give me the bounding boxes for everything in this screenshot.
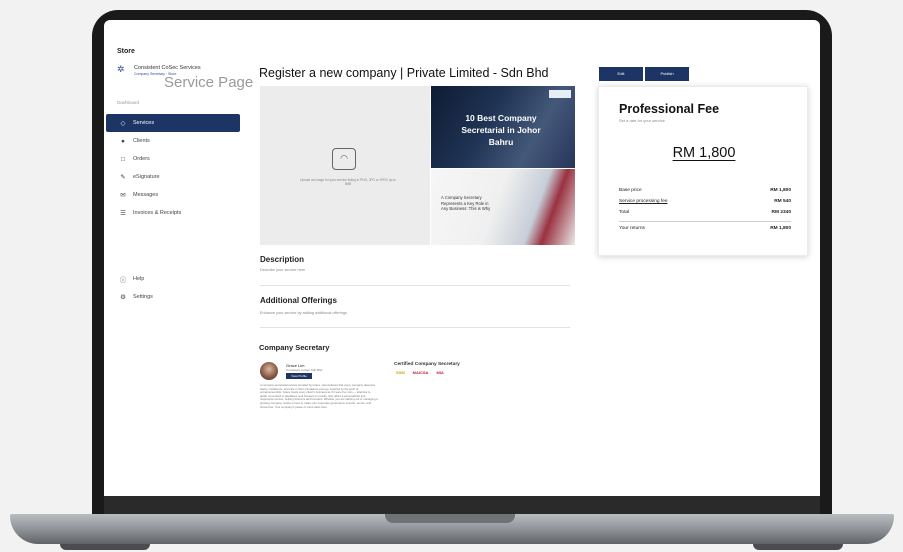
laptop-foot (753, 544, 843, 550)
divider (260, 327, 570, 328)
overlay-page-label: Service Page (164, 74, 254, 91)
pen-icon: ✎ (120, 174, 126, 181)
secretary-bio: A company secretarial service founded by… (260, 383, 378, 409)
fee-title: Professional Fee (619, 102, 720, 116)
sidebar-item-label: eSignature (133, 174, 160, 180)
users-icon: ● (121, 137, 125, 145)
divider (619, 221, 791, 222)
app-window: Store ✲ Consistent CoSec Services Compan… (104, 20, 820, 498)
brand-name: Consistent CoSec Services (134, 65, 201, 71)
publish-button[interactable]: Publish (645, 67, 689, 81)
sidebar-item-help[interactable]: ⓘ Help (106, 270, 240, 288)
sidebar-bottom-nav: ⓘ Help ⚙ Settings (106, 270, 240, 306)
fee-row-total: Total RM 2340 (619, 210, 791, 221)
laptop-foot (60, 544, 150, 550)
image-upload-area[interactable]: ◠ Upload an image for your service listi… (260, 86, 430, 245)
cert-logo-mia: MIA (436, 370, 444, 375)
sidebar-item-invoices[interactable]: ☰ Invoices & Receipts (106, 204, 240, 222)
sidebar-item-messages[interactable]: ✉ Messages (106, 186, 240, 204)
laptop-screen: Store ✲ Consistent CoSec Services Compan… (104, 20, 820, 498)
edit-button[interactable]: Edit (599, 67, 643, 81)
fee-row-label: Service processing fee (619, 199, 668, 204)
page-title: Register a new company | Private Limited… (259, 66, 549, 80)
description-input[interactable]: Describe your service here (260, 268, 305, 272)
certified-title: Certified Company Secretary (394, 362, 460, 367)
fee-row-label: Base price (619, 188, 642, 193)
sidebar-item-clients[interactable]: ● Clients (106, 132, 240, 150)
sidebar-item-label: Clients (133, 138, 150, 144)
service-image-2-caption: A Company Secretary Represents a Key Rol… (441, 195, 491, 211)
service-image-1-caption: 10 Best Company Secretarial in Johor Bah… (461, 113, 541, 147)
image-badge (549, 90, 571, 98)
fee-amount-input[interactable]: RM 1,800 (599, 145, 809, 161)
fee-row-value: RM 1,800 (770, 188, 791, 193)
mail-icon: ✉ (120, 192, 126, 199)
sidebar-item-settings[interactable]: ⚙ Settings (106, 288, 240, 306)
fee-breakdown: Base price RM 1,800 Service processing f… (619, 188, 791, 237)
fee-row-value: RM 2340 (771, 210, 791, 215)
sidebar-nav: ◇ Services ● Clients □ Orders ✎ eSignatu… (106, 114, 240, 222)
help-icon: ⓘ (119, 277, 127, 284)
fee-row-value: RM 540 (774, 199, 791, 204)
additional-offerings-input[interactable]: Enhance your service by adding additiona… (260, 311, 347, 315)
additional-offerings-title: Additional Offerings (260, 296, 337, 305)
view-profile-button[interactable]: View Profile (286, 373, 312, 379)
sidebar-item-label: Invoices & Receipts (133, 210, 182, 216)
gear-icon: ⚙ (120, 294, 126, 301)
clipboard-icon: □ (121, 155, 125, 163)
store-title: Store (117, 48, 135, 55)
cert-logo-ssm: SSM (396, 370, 405, 375)
company-secretary-title: Company Secretary (259, 343, 330, 352)
sidebar-section-label: Dashboard (117, 100, 140, 105)
divider (260, 285, 570, 286)
upload-hint: Upload an image for your service listing… (300, 178, 396, 186)
fee-row-returns: Your returns RM 1,800 (619, 226, 791, 237)
avatar (260, 362, 278, 380)
sidebar-item-esignature[interactable]: ✎ eSignature (106, 168, 240, 186)
sidebar-item-label: Messages (133, 192, 159, 198)
description-title: Description (260, 255, 305, 264)
fee-row-processing[interactable]: Service processing fee RM 540 (619, 199, 791, 210)
sidebar-item-services[interactable]: ◇ Services (106, 114, 240, 132)
fee-row-value: RM 1,800 (770, 226, 791, 231)
fee-row-label: Total (619, 210, 630, 215)
tag-icon: ◇ (120, 120, 126, 127)
fee-row-label: Your returns (619, 226, 645, 231)
fee-row-base: Base price RM 1,800 (619, 188, 791, 199)
sidebar-item-label: Orders (133, 156, 150, 162)
laptop-chin (104, 496, 820, 514)
image-upload-icon: ◠ (332, 148, 356, 170)
brand-logo-icon: ✲ (117, 64, 125, 74)
service-image-2[interactable]: A Company Secretary Represents a Key Rol… (431, 169, 575, 245)
receipt-icon: ☰ (120, 210, 126, 217)
sidebar-item-orders[interactable]: □ Orders (106, 150, 240, 168)
certification-logos: SSM MAICSA MIA (396, 370, 444, 375)
professional-fee-card: Professional Fee Set a rate for your ser… (598, 86, 808, 256)
sidebar-item-label: Settings (133, 294, 153, 300)
fee-subtitle: Set a rate for your service (619, 118, 665, 123)
cert-logo-maicsa: MAICSA (412, 370, 429, 375)
sidebar-item-label: Services (133, 120, 155, 126)
sidebar-item-label: Help (133, 276, 145, 282)
service-image-1[interactable]: 10 Best Company Secretarial in Johor Bah… (431, 86, 575, 168)
laptop-notch (385, 514, 515, 523)
secretary-role: Consistent CoSec Sdn Bhd (286, 368, 323, 372)
